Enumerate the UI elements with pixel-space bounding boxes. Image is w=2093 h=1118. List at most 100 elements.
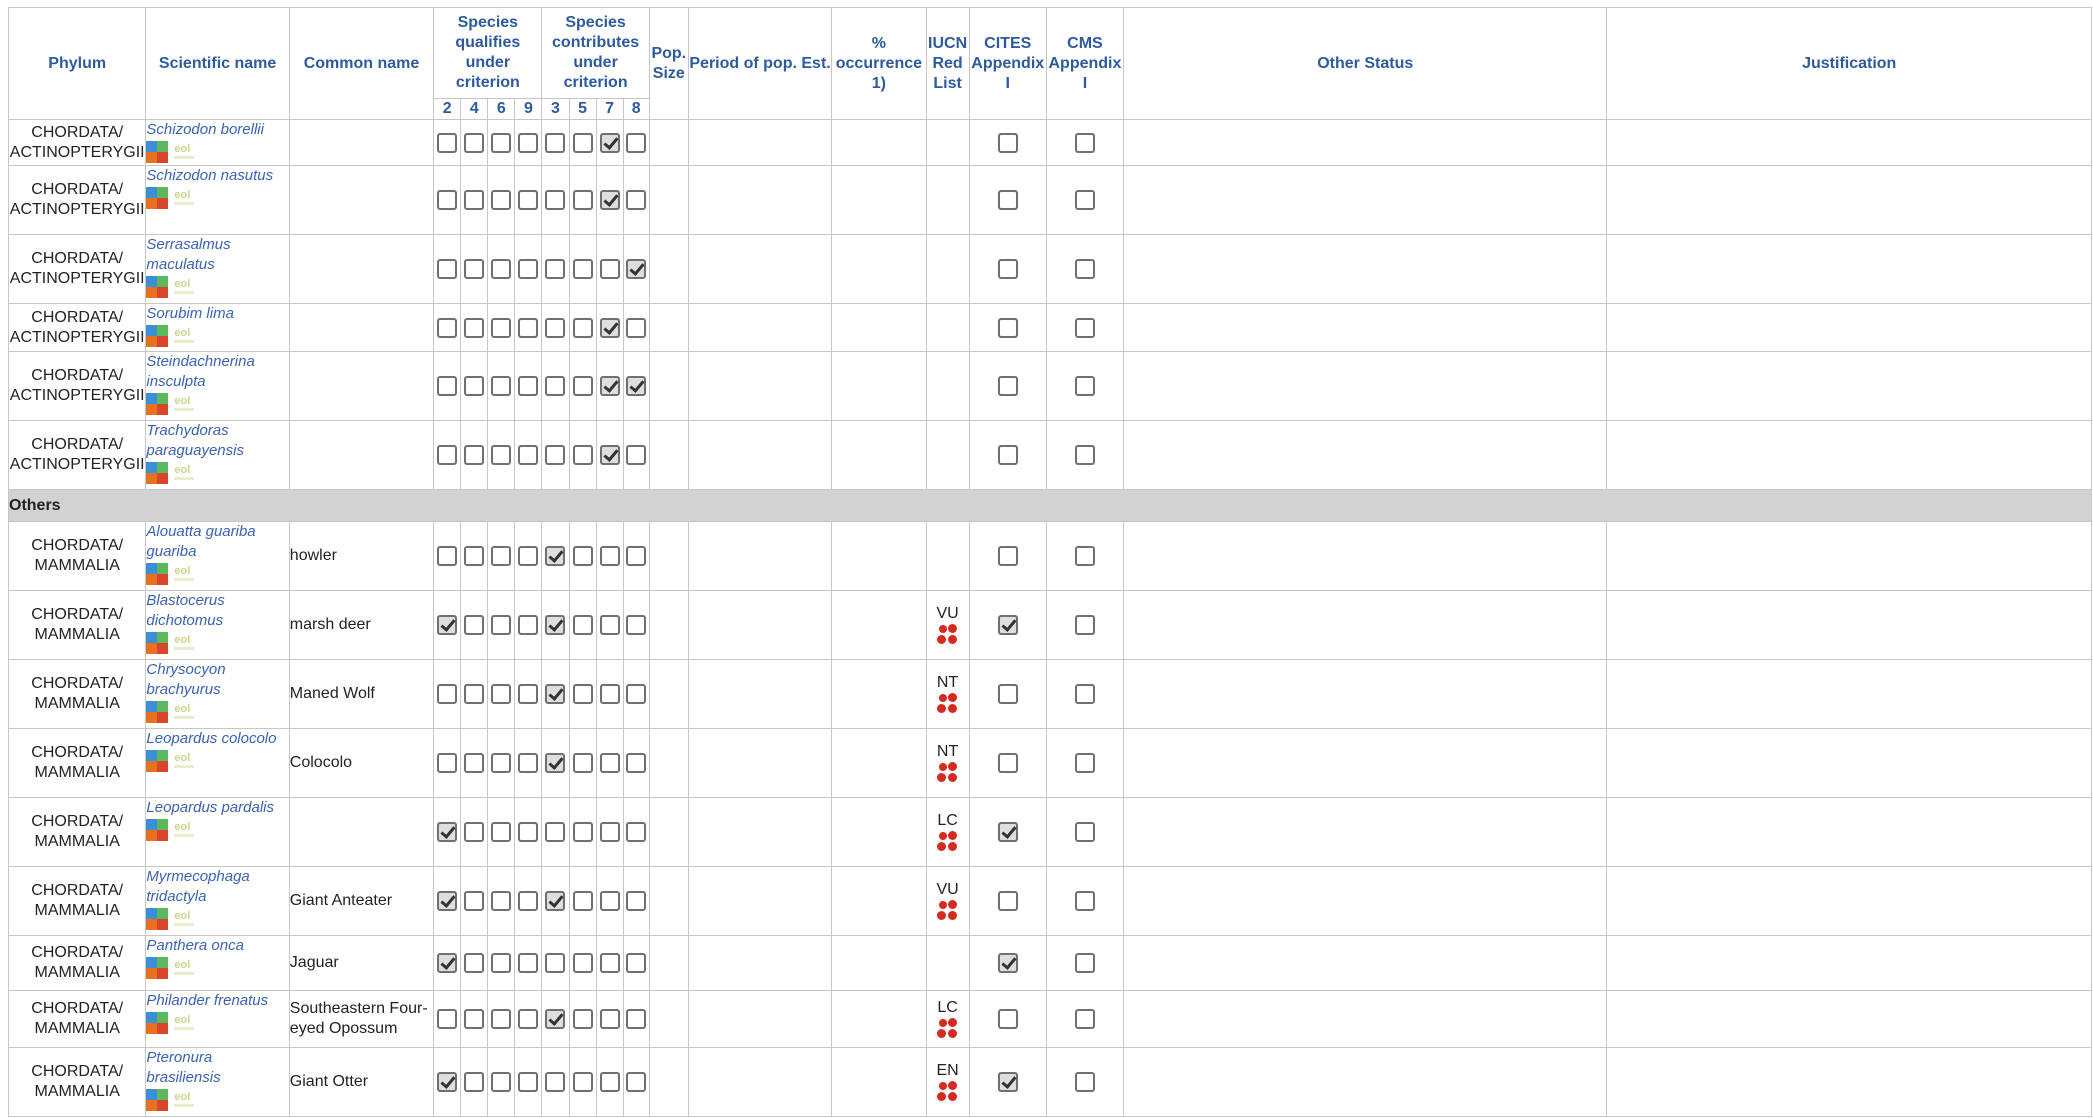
gbif-icon[interactable] (146, 957, 169, 979)
contributes-checkbox[interactable] (599, 190, 620, 210)
qualifies-checkbox[interactable] (437, 376, 458, 396)
qualifies-checkbox[interactable] (518, 1072, 539, 1092)
eol-icon[interactable]: eol (174, 1012, 196, 1034)
qualifies-checkbox[interactable] (464, 445, 485, 465)
contributes-checkbox[interactable] (626, 376, 647, 396)
qualifies-checkbox[interactable] (491, 684, 512, 704)
cms-checkbox[interactable] (1074, 190, 1095, 210)
qualifies-checkbox[interactable] (518, 753, 539, 773)
qualifies-checkbox[interactable] (464, 259, 485, 279)
contributes-checkbox[interactable] (572, 822, 593, 842)
qualifies-checkbox[interactable] (491, 317, 512, 338)
contributes-checkbox[interactable] (626, 190, 647, 210)
qualifies-checkbox[interactable] (518, 317, 539, 338)
eol-icon[interactable]: eol (174, 393, 196, 415)
scientific-name-link[interactable]: Panthera onca (146, 936, 288, 956)
cms-checkbox[interactable] (1074, 1009, 1095, 1029)
contributes-checkbox[interactable] (572, 190, 593, 210)
qualifies-checkbox[interactable] (464, 190, 485, 210)
contributes-checkbox[interactable] (626, 1009, 647, 1029)
cms-checkbox[interactable] (1074, 684, 1095, 704)
contributes-checkbox[interactable] (599, 317, 620, 338)
contributes-checkbox[interactable] (572, 1009, 593, 1029)
qualifies-checkbox[interactable] (491, 190, 512, 210)
contributes-checkbox[interactable] (626, 259, 647, 279)
contributes-checkbox[interactable] (572, 684, 593, 704)
contributes-checkbox[interactable] (626, 615, 647, 635)
qualifies-checkbox[interactable] (437, 953, 458, 973)
contributes-checkbox[interactable] (626, 684, 647, 704)
contributes-checkbox[interactable] (572, 953, 593, 973)
contributes-checkbox[interactable] (572, 259, 593, 279)
contributes-checkbox[interactable] (545, 753, 566, 773)
gbif-icon[interactable] (146, 908, 169, 930)
contributes-checkbox[interactable] (545, 317, 566, 338)
qualifies-checkbox[interactable] (518, 445, 539, 465)
qualifies-checkbox[interactable] (437, 822, 458, 842)
contributes-checkbox[interactable] (545, 546, 566, 566)
eol-icon[interactable]: eol (174, 276, 196, 298)
cms-checkbox[interactable] (1074, 546, 1095, 566)
qualifies-checkbox[interactable] (518, 615, 539, 635)
contributes-checkbox[interactable] (599, 445, 620, 465)
iucn-redlist-icon[interactable] (936, 1017, 959, 1040)
qualifies-checkbox[interactable] (464, 376, 485, 396)
qualifies-checkbox[interactable] (518, 132, 539, 153)
cites-checkbox[interactable] (997, 317, 1018, 338)
cms-checkbox[interactable] (1074, 891, 1095, 911)
cites-checkbox[interactable] (997, 190, 1018, 210)
contributes-checkbox[interactable] (545, 953, 566, 973)
qualifies-checkbox[interactable] (437, 1072, 458, 1092)
contributes-checkbox[interactable] (572, 753, 593, 773)
contributes-checkbox[interactable] (626, 1072, 647, 1092)
cites-checkbox[interactable] (997, 132, 1018, 153)
contributes-checkbox[interactable] (545, 684, 566, 704)
qualifies-checkbox[interactable] (437, 445, 458, 465)
qualifies-checkbox[interactable] (437, 1009, 458, 1029)
eol-icon[interactable]: eol (174, 462, 196, 484)
contributes-checkbox[interactable] (626, 546, 647, 566)
contributes-checkbox[interactable] (545, 190, 566, 210)
gbif-icon[interactable] (146, 1089, 169, 1111)
cites-checkbox[interactable] (997, 546, 1018, 566)
qualifies-checkbox[interactable] (437, 259, 458, 279)
eol-icon[interactable]: eol (174, 141, 196, 163)
cites-checkbox[interactable] (997, 822, 1018, 842)
contributes-checkbox[interactable] (626, 132, 647, 153)
contributes-checkbox[interactable] (572, 445, 593, 465)
iucn-redlist-icon[interactable] (936, 899, 959, 922)
qualifies-checkbox[interactable] (437, 546, 458, 566)
qualifies-checkbox[interactable] (491, 376, 512, 396)
contributes-checkbox[interactable] (572, 376, 593, 396)
qualifies-checkbox[interactable] (491, 1009, 512, 1029)
eol-icon[interactable]: eol (174, 819, 196, 841)
gbif-icon[interactable] (146, 393, 169, 415)
contributes-checkbox[interactable] (599, 376, 620, 396)
qualifies-checkbox[interactable] (464, 317, 485, 338)
contributes-checkbox[interactable] (572, 891, 593, 911)
cms-checkbox[interactable] (1074, 953, 1095, 973)
cites-checkbox[interactable] (997, 376, 1018, 396)
cites-checkbox[interactable] (997, 1072, 1018, 1092)
gbif-icon[interactable] (146, 750, 169, 772)
qualifies-checkbox[interactable] (491, 445, 512, 465)
cms-checkbox[interactable] (1074, 259, 1095, 279)
contributes-checkbox[interactable] (545, 445, 566, 465)
cms-checkbox[interactable] (1074, 753, 1095, 773)
scientific-name-link[interactable]: Trachydoras paraguayensis (146, 421, 288, 461)
scientific-name-link[interactable]: Sorubim lima (146, 304, 288, 324)
contributes-checkbox[interactable] (545, 615, 566, 635)
qualifies-checkbox[interactable] (518, 684, 539, 704)
qualifies-checkbox[interactable] (491, 953, 512, 973)
gbif-icon[interactable] (146, 632, 169, 654)
cites-checkbox[interactable] (997, 684, 1018, 704)
iucn-redlist-icon[interactable] (936, 830, 959, 853)
scientific-name-link[interactable]: Steindachnerina insculpta (146, 352, 288, 392)
qualifies-checkbox[interactable] (491, 132, 512, 153)
contributes-checkbox[interactable] (626, 317, 647, 338)
cites-checkbox[interactable] (997, 1009, 1018, 1029)
gbif-icon[interactable] (146, 325, 169, 347)
scientific-name-link[interactable]: Philander frenatus (146, 991, 288, 1011)
eol-icon[interactable]: eol (174, 957, 196, 979)
contributes-checkbox[interactable] (599, 1072, 620, 1092)
